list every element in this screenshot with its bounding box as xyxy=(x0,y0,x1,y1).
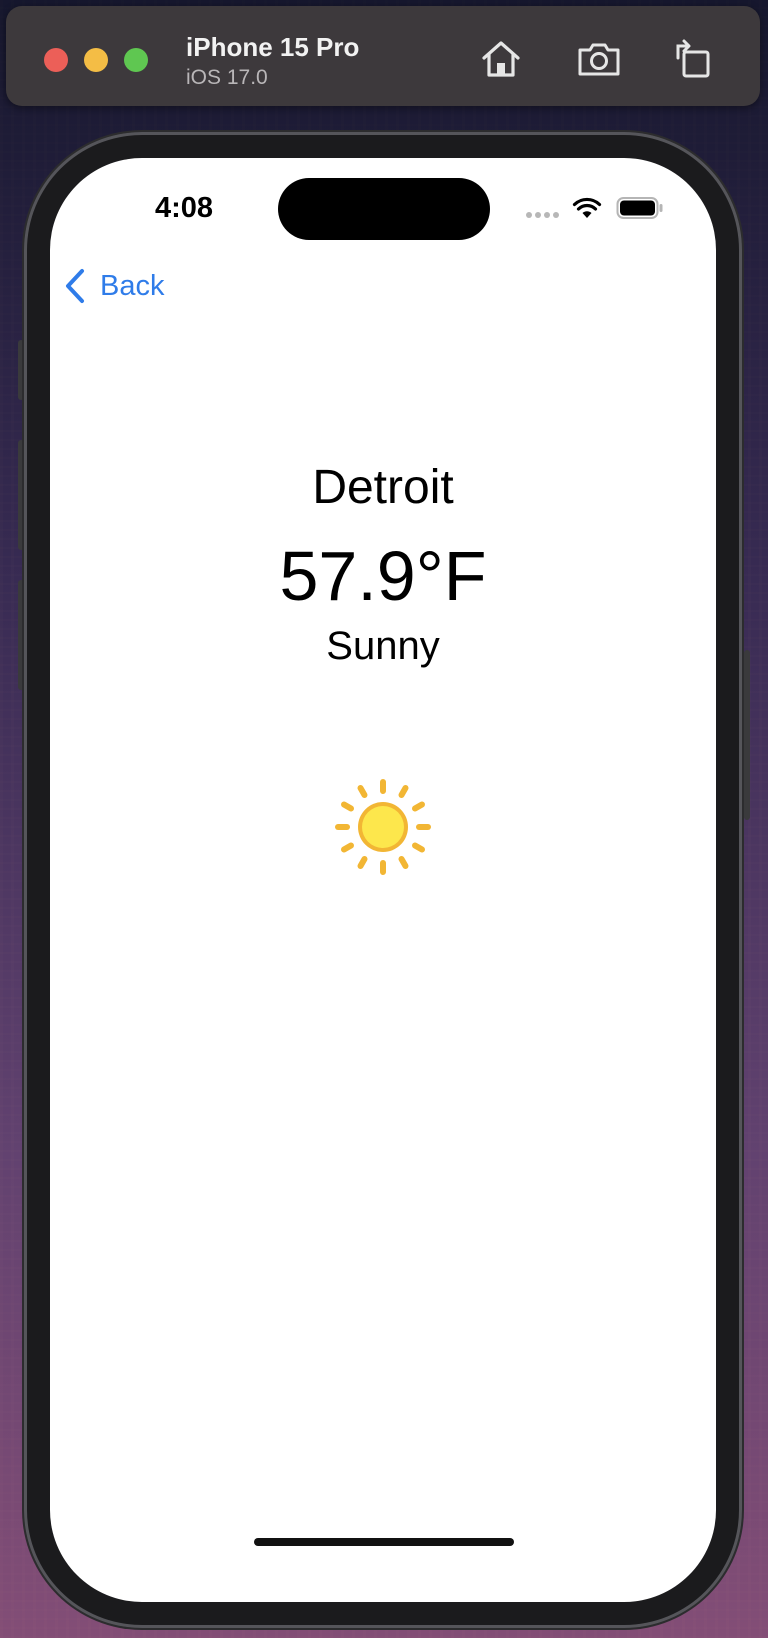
status-time: 4:08 xyxy=(154,192,214,224)
screenshot-button[interactable] xyxy=(576,36,622,82)
side-button[interactable] xyxy=(744,650,750,820)
close-window-button[interactable] xyxy=(44,48,68,72)
rotate-icon xyxy=(676,39,710,78)
cellular-signal-icon xyxy=(526,212,559,218)
phone-frame: 4:08 Back Detroit 57.9°F Sunny xyxy=(24,132,742,1628)
weather-condition: Sunny xyxy=(326,624,440,668)
home-icon xyxy=(482,41,520,77)
camera-icon xyxy=(578,43,620,76)
sun-icon xyxy=(335,779,431,875)
city-name: Detroit xyxy=(312,461,454,514)
temperature: 57.9°F xyxy=(279,537,487,615)
wifi-icon xyxy=(572,197,602,218)
rotate-button[interactable] xyxy=(670,36,716,82)
home-indicator[interactable] xyxy=(254,1538,514,1546)
battery-icon xyxy=(616,197,663,219)
simulator-toolbar: iPhone 15 Pro iOS 17.0 xyxy=(6,6,760,106)
home-button[interactable] xyxy=(478,36,524,82)
chevron-left-icon xyxy=(66,269,84,303)
back-button[interactable]: Back xyxy=(64,264,164,308)
minimize-window-button[interactable] xyxy=(84,48,108,72)
back-label: Back xyxy=(100,269,165,302)
device-name: iPhone 15 Pro xyxy=(186,32,360,62)
zoom-window-button[interactable] xyxy=(124,48,148,72)
os-version: iOS 17.0 xyxy=(186,66,268,89)
phone-screen: 4:08 Back Detroit 57.9°F Sunny xyxy=(50,158,716,1602)
dynamic-island xyxy=(278,178,490,240)
